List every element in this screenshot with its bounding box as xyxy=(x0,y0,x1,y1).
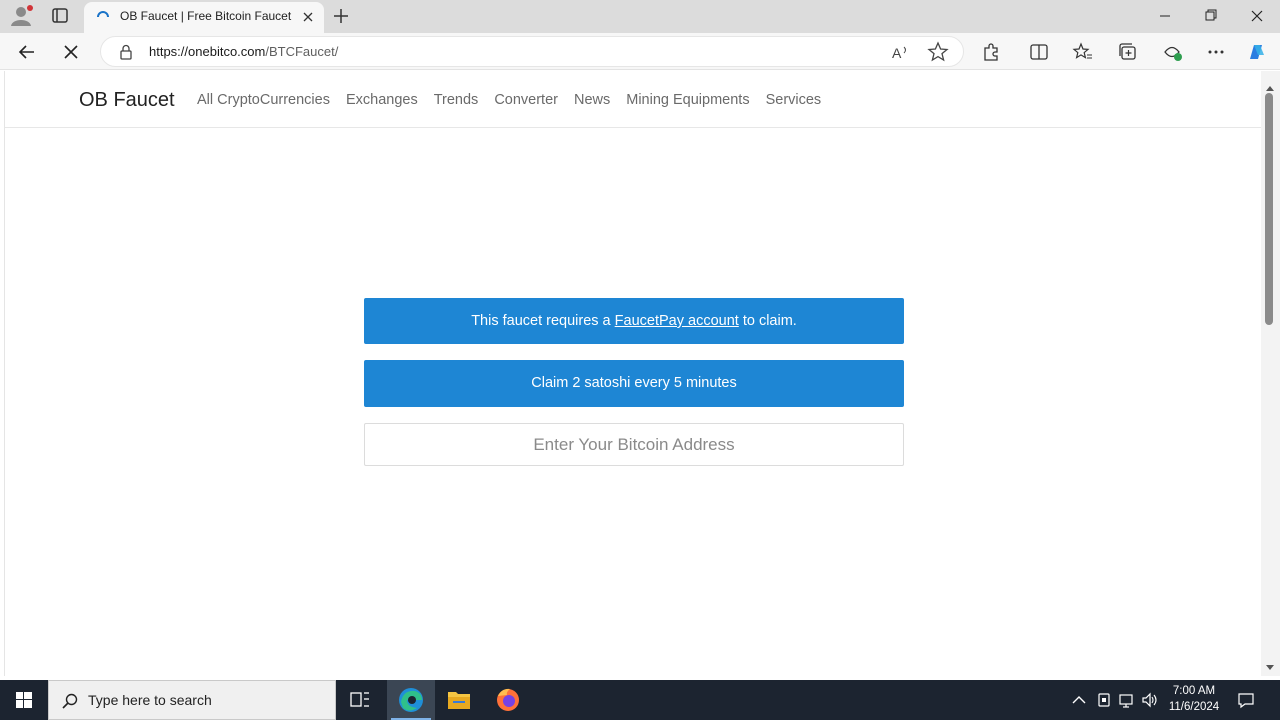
nav-trends[interactable]: Trends xyxy=(434,92,479,108)
nav-mining-equipments[interactable]: Mining Equipments xyxy=(626,92,749,108)
restore-icon[interactable] xyxy=(1196,5,1226,27)
search-icon xyxy=(61,692,79,710)
nav-services[interactable]: Services xyxy=(766,92,822,108)
bitcoin-address-input[interactable] xyxy=(364,423,904,466)
notification-icon[interactable] xyxy=(1236,690,1256,710)
claim-info-banner: Claim 2 satoshi every 5 minutes xyxy=(364,360,904,407)
page-viewport: OB Faucet All CryptoCurrencies Exchanges… xyxy=(4,71,1262,727)
new-tab-icon[interactable] xyxy=(330,5,352,27)
extensions-icon[interactable] xyxy=(978,39,1004,65)
loading-spinner-icon xyxy=(96,10,110,24)
tab-bar: OB Faucet | Free Bitcoin Faucet xyxy=(0,0,1280,33)
clock-time: 7:00 AM xyxy=(1172,685,1216,697)
split-screen-icon[interactable] xyxy=(1026,39,1052,65)
windows-start-icon[interactable] xyxy=(0,680,48,720)
svg-text:A: A xyxy=(892,45,902,61)
close-window-icon[interactable] xyxy=(1242,5,1272,27)
faucetpay-notice-banner: This faucet requires a FaucetPay account… xyxy=(364,298,904,344)
site-navbar: OB Faucet All CryptoCurrencies Exchanges… xyxy=(5,71,1262,128)
url-text[interactable]: https://onebitco.com/BTCFaucet/ xyxy=(149,44,338,59)
volume-icon[interactable] xyxy=(1141,691,1159,709)
nav-converter[interactable]: Converter xyxy=(494,92,558,108)
url-path: /BTCFaucet/ xyxy=(265,44,339,59)
site-brand[interactable]: OB Faucet xyxy=(79,89,175,112)
address-bar[interactable]: https://onebitco.com/BTCFaucet/ A xyxy=(100,36,964,67)
file-explorer-icon[interactable] xyxy=(435,680,483,720)
scroll-down-icon[interactable] xyxy=(1265,659,1275,670)
notice-text-after: to claim. xyxy=(738,313,797,329)
tab-close-icon[interactable] xyxy=(300,9,316,25)
tab-title: OB Faucet | Free Bitcoin Faucet xyxy=(120,9,292,23)
collections-icon[interactable] xyxy=(1115,39,1141,65)
scroll-thumb[interactable] xyxy=(1265,93,1273,325)
browser-essentials-icon[interactable] xyxy=(1159,39,1185,65)
nav-all-cryptocurrencies[interactable]: All CryptoCurrencies xyxy=(197,92,330,108)
favorite-star-icon[interactable] xyxy=(925,39,951,65)
favorites-icon[interactable] xyxy=(1070,39,1096,65)
back-icon[interactable] xyxy=(14,39,40,65)
task-view-icon[interactable] xyxy=(336,680,384,720)
nav-exchanges[interactable]: Exchanges xyxy=(346,92,418,108)
lock-icon[interactable] xyxy=(119,44,133,60)
stop-loading-icon[interactable] xyxy=(58,39,84,65)
nav-links: All CryptoCurrencies Exchanges Trends Co… xyxy=(197,92,837,108)
faucetpay-account-link[interactable]: FaucetPay account xyxy=(615,313,739,329)
url-host: https://onebitco.com xyxy=(149,44,266,59)
taskbar-search[interactable]: Type here to search xyxy=(48,680,336,720)
taskbar-clock[interactable]: 7:00 AM 11/6/2024 xyxy=(1160,683,1228,715)
tray-device-icon[interactable] xyxy=(1095,691,1113,709)
browser-toolbar: https://onebitco.com/BTCFaucet/ A xyxy=(0,33,1280,70)
clock-date: 11/6/2024 xyxy=(1168,701,1220,713)
profile-icon[interactable] xyxy=(8,4,36,28)
minimize-icon[interactable] xyxy=(1150,5,1180,27)
copilot-icon[interactable] xyxy=(1244,39,1270,65)
scroll-up-icon[interactable] xyxy=(1265,79,1275,91)
tray-chevron-up-icon[interactable] xyxy=(1070,691,1088,709)
page-scrollbar[interactable] xyxy=(1261,71,1280,676)
firefox-icon[interactable] xyxy=(484,680,532,720)
tab-actions-icon[interactable] xyxy=(48,5,72,27)
read-aloud-icon[interactable]: A xyxy=(887,39,913,65)
more-menu-icon[interactable] xyxy=(1203,39,1229,65)
edge-taskbar-icon[interactable] xyxy=(387,680,435,720)
search-placeholder: Type here to search xyxy=(88,692,212,708)
windows-taskbar: Type here to search 7:00 AM 11/6/2024 xyxy=(0,680,1280,720)
network-icon[interactable] xyxy=(1118,691,1136,709)
notice-text-before: This faucet requires a xyxy=(471,313,615,329)
nav-news[interactable]: News xyxy=(574,92,610,108)
active-tab[interactable]: OB Faucet | Free Bitcoin Faucet xyxy=(84,2,324,33)
